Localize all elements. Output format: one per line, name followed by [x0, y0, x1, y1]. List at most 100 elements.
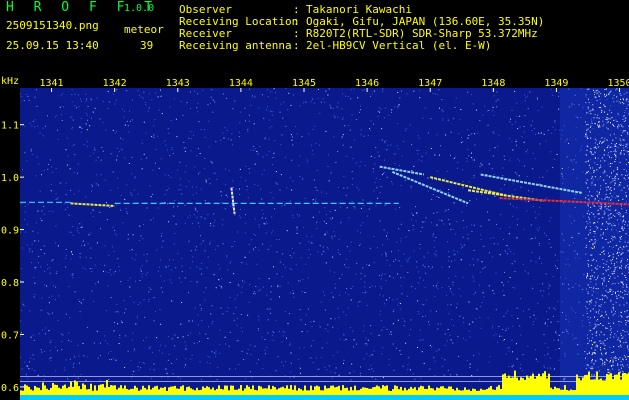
noise-speck [444, 178, 446, 180]
noise-speck [569, 215, 571, 217]
noise-speck [522, 354, 524, 356]
noise-speck [623, 93, 625, 95]
noise-speck [604, 89, 606, 90]
noise-bar-column [92, 390, 94, 395]
noise-speck [50, 339, 52, 341]
noise-bar-column [264, 388, 266, 395]
noise-speck [625, 284, 627, 286]
noise-speck [487, 211, 488, 213]
noise-speck [541, 262, 543, 264]
noise-speck [270, 291, 272, 293]
noise-speck [91, 268, 93, 269]
noise-speck [589, 159, 591, 161]
noise-speck [218, 279, 220, 281]
noise-speck [282, 365, 284, 367]
noise-speck [111, 359, 112, 361]
noise-speck [160, 158, 162, 160]
noise-speck [104, 179, 106, 181]
noise-speck [389, 333, 390, 335]
noise-speck [593, 247, 595, 249]
noise-speck [332, 326, 334, 328]
noise-speck [592, 153, 594, 155]
noise-bar-column [166, 391, 168, 395]
noise-speck [613, 236, 615, 238]
noise-speck [127, 238, 129, 240]
noise-speck [92, 216, 94, 218]
noise-speck [610, 199, 612, 201]
noise-speck [615, 292, 616, 294]
noise-speck [626, 260, 628, 262]
noise-speck [615, 178, 617, 180]
noise-speck [601, 278, 603, 279]
noise-speck [99, 379, 101, 381]
noise-speck [438, 348, 440, 350]
noise-speck [263, 169, 265, 171]
noise-speck [371, 93, 373, 95]
noise-speck [132, 332, 134, 334]
noise-bar-column [246, 385, 248, 395]
noise-speck [204, 129, 205, 131]
noise-speck [293, 94, 294, 96]
noise-speck [108, 272, 110, 274]
noise-speck [538, 242, 540, 244]
noise-speck [596, 265, 598, 267]
noise-speck [598, 309, 600, 311]
noise-speck [325, 90, 326, 92]
noise-speck [207, 338, 209, 339]
noise-speck [347, 294, 349, 296]
noise-speck [159, 349, 160, 351]
noise-speck [587, 316, 589, 318]
noise-speck [329, 270, 331, 272]
noise-speck [36, 105, 38, 107]
noise-speck [591, 360, 593, 362]
noise-speck [250, 354, 252, 356]
noise-speck [612, 359, 614, 361]
noise-speck [589, 300, 591, 302]
noise-speck [622, 119, 624, 120]
noise-speck [622, 284, 624, 286]
noise-speck [97, 156, 99, 158]
noise-speck [617, 363, 619, 365]
noise-speck [425, 299, 427, 301]
noise-speck [617, 167, 619, 169]
noise-speck [544, 232, 545, 234]
noise-speck [287, 282, 289, 284]
noise-speck [171, 282, 173, 284]
noise-speck [481, 193, 483, 195]
noise-speck [477, 259, 479, 261]
noise-bar-column [78, 386, 80, 395]
noise-bar-column [608, 374, 610, 395]
noise-speck [171, 147, 173, 149]
noise-speck [607, 269, 609, 271]
noise-speck [603, 251, 605, 252]
noise-speck [275, 319, 277, 321]
noise-speck [566, 139, 568, 141]
noise-speck [552, 94, 554, 96]
noise-speck [158, 167, 160, 169]
noise-speck [454, 253, 456, 255]
noise-bar-column [558, 388, 560, 395]
noise-speck [48, 302, 50, 304]
noise-speck [508, 248, 510, 250]
noise-speck [568, 283, 569, 285]
noise-speck [617, 113, 619, 115]
noise-speck [623, 246, 625, 248]
noise-speck [591, 333, 593, 335]
noise-speck [79, 301, 81, 302]
noise-speck [437, 323, 439, 325]
noise-speck [571, 222, 573, 224]
noise-speck [381, 254, 383, 256]
noise-speck [377, 247, 378, 249]
noise-speck [29, 361, 30, 363]
noise-speck [520, 298, 522, 300]
noise-bar-column [514, 370, 516, 395]
noise-speck [153, 297, 155, 299]
noise-speck [389, 264, 391, 266]
noise-speck [595, 311, 597, 313]
noise-speck [170, 120, 172, 121]
noise-speck [609, 223, 611, 225]
noise-speck [616, 258, 618, 260]
noise-speck [598, 124, 600, 126]
noise-speck [593, 259, 595, 261]
noise-bar-column [112, 385, 114, 395]
